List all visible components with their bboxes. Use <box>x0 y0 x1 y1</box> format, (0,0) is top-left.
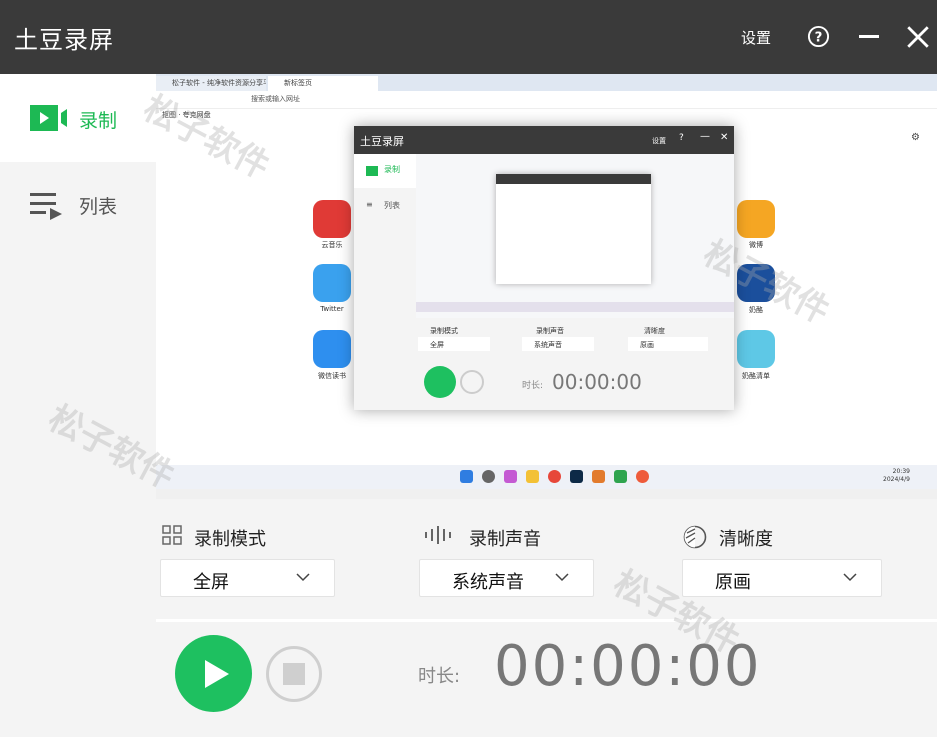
sound-wave-icon <box>425 526 451 544</box>
nested-preview <box>416 154 734 318</box>
record-audio-label: 录制声音 <box>469 529 541 550</box>
screen-preview: 松子软件 - 纯净软件资源分享平台 新标签页 搜索或输入网址 抠图 · 夸克网盘… <box>156 74 937 489</box>
nested-mode-label: 录制模式 <box>430 327 458 335</box>
nested-recorder-window: 土豆录屏 设置 ? — ✕ 录制 ≡ 列表 录制模式 录制声音 清晰度 全屏 系… <box>354 126 734 410</box>
gear-icon: ⚙ <box>911 132 920 143</box>
netease-music-icon <box>313 200 351 238</box>
nested-quality-select: 原画 <box>628 337 708 351</box>
nested-audio-select: 系统声音 <box>522 337 594 351</box>
nested-sidebar: 录制 ≡ 列表 <box>354 154 416 410</box>
play-icon <box>424 366 456 398</box>
grid-icon <box>162 525 182 545</box>
chevron-down-icon <box>843 573 857 582</box>
windows-taskbar: 20:39 2024/4/9 <box>156 465 937 489</box>
stop-record-button[interactable] <box>266 646 322 702</box>
record-mode-select[interactable]: 全屏 <box>160 559 335 597</box>
nested-nav-label: 列表 <box>384 201 400 210</box>
twitter-icon <box>313 264 351 302</box>
chevron-down-icon <box>296 573 310 582</box>
app-label: 微博 <box>749 241 763 249</box>
record-mode-value: 全屏 <box>193 572 229 593</box>
video-camera-icon <box>366 166 378 176</box>
quality-label: 清晰度 <box>719 529 773 550</box>
app-label: 奶酪 <box>749 306 763 314</box>
record-mode-label: 录制模式 <box>194 529 266 550</box>
record-audio-select[interactable]: 系统声音 <box>419 559 594 597</box>
chevron-down-icon <box>555 573 569 582</box>
sidebar-item-label: 列表 <box>79 196 118 218</box>
stop-icon <box>460 370 484 394</box>
nested-nav-record: 录制 <box>354 154 416 188</box>
minimize-icon[interactable] <box>857 24 881 48</box>
nested-taskbar <box>416 302 734 312</box>
quality-icon <box>683 525 707 549</box>
browser-tab-strip: 松子软件 - 纯净软件资源分享平台 新标签页 <box>156 74 937 91</box>
nested-settings: 设置 <box>652 137 666 145</box>
nested-mode-select: 全屏 <box>418 337 490 351</box>
settings-button[interactable]: 设置 <box>741 27 771 48</box>
nested-nested-window <box>496 174 651 284</box>
sidebar-item-record[interactable]: 录制 <box>0 74 156 162</box>
start-record-button[interactable] <box>175 635 252 712</box>
nested-timer: 00:00:00 <box>552 370 642 394</box>
close-icon[interactable] <box>905 24 931 50</box>
minimize-icon: — <box>700 131 710 142</box>
svg-text:?: ? <box>815 30 823 45</box>
settings-panel: 录制模式 全屏 录制声音 系统声音 清晰度 原画 <box>156 489 937 619</box>
record-audio-value: 系统声音 <box>452 572 524 593</box>
browser-tab: 松子软件 - 纯净软件资源分享平台 <box>156 76 266 91</box>
chatgpt-icon <box>737 330 775 368</box>
quality-select[interactable]: 原画 <box>682 559 882 597</box>
app-icon <box>614 470 627 483</box>
windows-start-icon <box>460 470 473 483</box>
sidebar-item-list[interactable]: 列表 <box>0 162 156 250</box>
list-icon: ≡ <box>366 200 373 209</box>
nested-controls: 录制模式 录制声音 清晰度 全屏 系统声音 原画 时长: 00:00:00 <box>416 318 734 410</box>
nested-nav-label: 录制 <box>384 165 400 174</box>
recording-timer: 00:00:00 <box>494 634 762 699</box>
stop-icon <box>283 663 305 685</box>
nested-title: 土豆录屏 <box>360 135 404 148</box>
app-icon <box>592 470 605 483</box>
folder-icon <box>526 470 539 483</box>
sidebar: 录制 列表 <box>0 74 156 737</box>
duration-label: 时长: <box>418 666 461 687</box>
app-label: 云音乐 <box>321 241 343 249</box>
help-icon[interactable]: ? <box>807 25 830 48</box>
clock-date: 2024/4/9 <box>883 476 910 483</box>
firefox-icon <box>636 470 649 483</box>
help-icon: ? <box>679 133 684 143</box>
title-bar: 土豆录屏 设置 ? <box>0 0 937 74</box>
panda-app-icon <box>737 264 775 302</box>
nested-title-bar: 土豆录屏 设置 ? — ✕ <box>354 126 734 154</box>
app-title: 土豆录屏 <box>14 26 114 54</box>
sidebar-item-label: 录制 <box>79 110 118 132</box>
app-label: 奶酪清单 <box>742 372 770 380</box>
browser-address-bar: 搜索或输入网址 <box>156 91 937 109</box>
bookmark-item: 抠图 · 夸克网盘 <box>162 111 211 119</box>
play-icon <box>205 660 229 688</box>
taskbar-clock: 20:39 2024/4/9 <box>883 468 910 484</box>
list-icon <box>30 193 62 220</box>
copilot-icon <box>504 470 517 483</box>
video-camera-icon <box>30 105 67 131</box>
browser-tab: 新标签页 <box>268 76 378 91</box>
weread-icon <box>313 330 351 368</box>
url-placeholder: 搜索或输入网址 <box>251 95 300 103</box>
photoshop-icon <box>570 470 583 483</box>
clock-time: 20:39 <box>892 468 910 475</box>
nested-quality-label: 清晰度 <box>644 327 665 335</box>
search-icon <box>482 470 495 483</box>
quality-value: 原画 <box>715 572 751 593</box>
app-label: Twitter <box>320 305 344 313</box>
nested-audio-label: 录制声音 <box>536 327 564 335</box>
app-label: 微信读书 <box>318 372 346 380</box>
record-controls: 时长: 00:00:00 <box>156 619 937 737</box>
weibo-icon <box>737 200 775 238</box>
nested-duration-label: 时长: <box>522 381 544 391</box>
chrome-icon <box>548 470 561 483</box>
close-icon: ✕ <box>720 132 729 143</box>
